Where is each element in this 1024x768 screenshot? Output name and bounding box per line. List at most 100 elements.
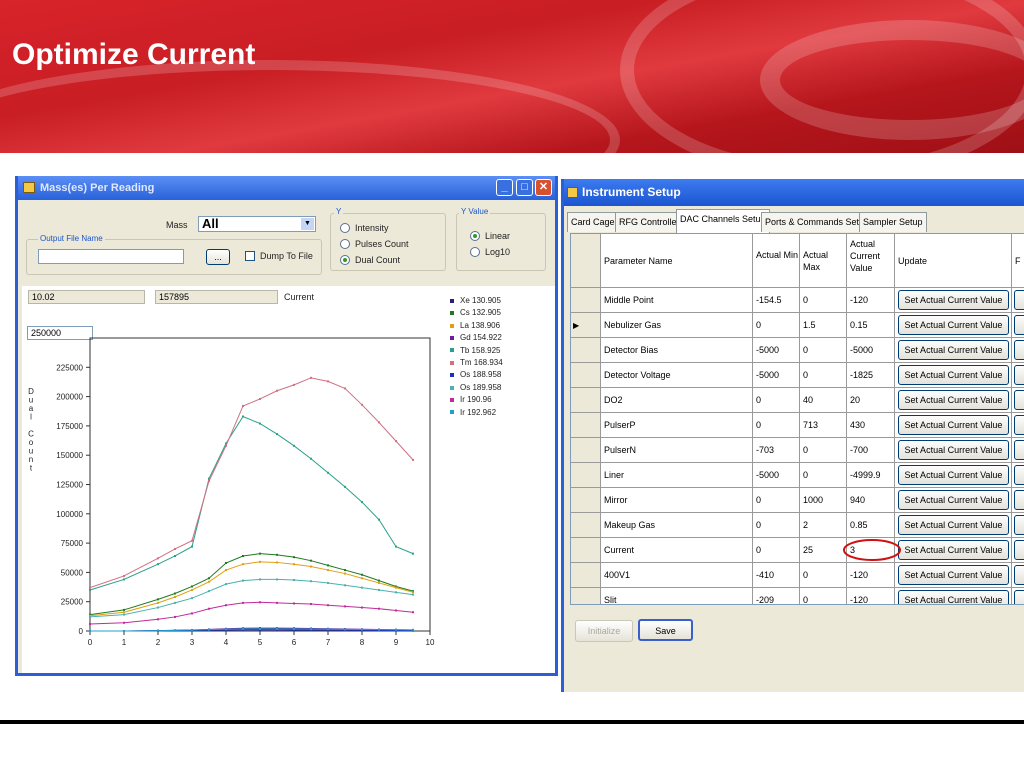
set-actual-current-value-button[interactable]: Set Actual Current Value bbox=[898, 590, 1009, 604]
set-actual-current-value-button[interactable]: Set Actual Current Value bbox=[898, 390, 1009, 410]
cell-actual-current-value[interactable]: -700 bbox=[847, 438, 895, 463]
cell-actual-current-value[interactable]: -120 bbox=[847, 563, 895, 588]
extra-button[interactable] bbox=[1014, 540, 1024, 560]
cell-actual-current-value[interactable]: -5000 bbox=[847, 338, 895, 363]
y-dual-radio[interactable] bbox=[340, 255, 350, 265]
tab-dac-channels-setup[interactable]: DAC Channels Setup bbox=[676, 209, 770, 233]
col-header-actual-max[interactable]: Actual Max bbox=[800, 234, 847, 288]
cell-actual-min[interactable]: 0 bbox=[753, 538, 800, 563]
cell-actual-min[interactable]: -703 bbox=[753, 438, 800, 463]
cell-actual-current-value[interactable]: 0.15 bbox=[847, 313, 895, 338]
set-actual-current-value-button[interactable]: Set Actual Current Value bbox=[898, 340, 1009, 360]
cell-actual-max[interactable]: 40 bbox=[800, 388, 847, 413]
save-button[interactable]: Save bbox=[638, 619, 693, 641]
extra-button[interactable] bbox=[1014, 290, 1024, 310]
cell-actual-max[interactable]: 0 bbox=[800, 588, 847, 604]
mass-select[interactable]: All ▼ bbox=[198, 216, 316, 232]
cell-parameter-name[interactable]: Nebulizer Gas bbox=[601, 313, 753, 338]
cell-actual-max[interactable]: 2 bbox=[800, 513, 847, 538]
set-actual-current-value-button[interactable]: Set Actual Current Value bbox=[898, 315, 1009, 335]
cell-actual-max[interactable]: 0 bbox=[800, 438, 847, 463]
set-actual-current-value-button[interactable]: Set Actual Current Value bbox=[898, 540, 1009, 560]
cell-parameter-name[interactable]: Detector Bias bbox=[601, 338, 753, 363]
minimize-icon[interactable]: _ bbox=[496, 179, 513, 196]
cell-parameter-name[interactable]: 400V1 bbox=[601, 563, 753, 588]
cell-actual-min[interactable]: 0 bbox=[753, 388, 800, 413]
tab-rfg-controller[interactable]: RFG Controller bbox=[615, 212, 684, 232]
cell-actual-max[interactable]: 1.5 bbox=[800, 313, 847, 338]
cell-actual-current-value[interactable]: 940 bbox=[847, 488, 895, 513]
close-icon[interactable]: ✕ bbox=[535, 179, 552, 196]
tab-sampler-setup[interactable]: Sampler Setup bbox=[859, 212, 927, 232]
cell-actual-min[interactable]: -5000 bbox=[753, 363, 800, 388]
set-actual-current-value-button[interactable]: Set Actual Current Value bbox=[898, 440, 1009, 460]
cell-actual-min[interactable]: 0 bbox=[753, 513, 800, 538]
cell-actual-max[interactable]: 1000 bbox=[800, 488, 847, 513]
cell-actual-min[interactable]: -5000 bbox=[753, 338, 800, 363]
cell-actual-max[interactable]: 0 bbox=[800, 338, 847, 363]
cell-actual-min[interactable]: 0 bbox=[753, 313, 800, 338]
cell-actual-min[interactable]: -410 bbox=[753, 563, 800, 588]
extra-button[interactable] bbox=[1014, 365, 1024, 385]
linear-radio[interactable] bbox=[470, 231, 480, 241]
extra-button[interactable] bbox=[1014, 465, 1024, 485]
cell-parameter-name[interactable]: Current bbox=[601, 538, 753, 563]
cell-actual-current-value[interactable]: 0.85 bbox=[847, 513, 895, 538]
y-pulses-radio[interactable] bbox=[340, 239, 350, 249]
extra-button[interactable] bbox=[1014, 390, 1024, 410]
cell-actual-current-value[interactable]: 3 bbox=[847, 538, 895, 563]
cell-parameter-name[interactable]: Detector Voltage bbox=[601, 363, 753, 388]
cell-actual-max[interactable]: 0 bbox=[800, 288, 847, 313]
instrument-setup-titlebar[interactable]: Instrument Setup bbox=[564, 179, 1024, 206]
row-header[interactable] bbox=[571, 513, 601, 538]
col-header-actual-min[interactable]: Actual Min bbox=[753, 234, 800, 288]
cell-actual-max[interactable]: 0 bbox=[800, 463, 847, 488]
cell-actual-max[interactable]: 25 bbox=[800, 538, 847, 563]
cell-parameter-name[interactable]: Liner bbox=[601, 463, 753, 488]
extra-button[interactable] bbox=[1014, 415, 1024, 435]
cell-actual-min[interactable]: 0 bbox=[753, 488, 800, 513]
cell-parameter-name[interactable]: PulserP bbox=[601, 413, 753, 438]
cell-actual-current-value[interactable]: -1825 bbox=[847, 363, 895, 388]
mass-window-titlebar[interactable]: Mass(es) Per Reading _ □ ✕ bbox=[18, 176, 555, 200]
set-actual-current-value-button[interactable]: Set Actual Current Value bbox=[898, 290, 1009, 310]
cell-parameter-name[interactable]: Mirror bbox=[601, 488, 753, 513]
tab-ports-commands-setup[interactable]: Ports & Commands Setup bbox=[761, 212, 874, 232]
extra-button[interactable] bbox=[1014, 565, 1024, 585]
row-header[interactable] bbox=[571, 488, 601, 513]
row-header[interactable] bbox=[571, 563, 601, 588]
cell-actual-min[interactable]: 0 bbox=[753, 413, 800, 438]
cell-actual-max[interactable]: 0 bbox=[800, 363, 847, 388]
row-header[interactable] bbox=[571, 413, 601, 438]
cell-actual-min[interactable]: -154.5 bbox=[753, 288, 800, 313]
row-header[interactable]: ▶ bbox=[571, 313, 601, 338]
cell-actual-max[interactable]: 0 bbox=[800, 563, 847, 588]
set-actual-current-value-button[interactable]: Set Actual Current Value bbox=[898, 415, 1009, 435]
dump-to-file-checkbox[interactable] bbox=[245, 251, 255, 261]
cell-parameter-name[interactable]: DO2 bbox=[601, 388, 753, 413]
extra-button[interactable] bbox=[1014, 340, 1024, 360]
extra-button[interactable] bbox=[1014, 490, 1024, 510]
output-file-input[interactable] bbox=[38, 249, 184, 264]
row-header[interactable] bbox=[571, 288, 601, 313]
chevron-down-icon[interactable]: ▼ bbox=[301, 218, 314, 230]
maximize-icon[interactable]: □ bbox=[516, 179, 533, 196]
cell-parameter-name[interactable]: Makeup Gas bbox=[601, 513, 753, 538]
tab-card-cage[interactable]: Card Cage bbox=[567, 212, 619, 232]
browse-button[interactable]: ... bbox=[206, 249, 230, 265]
cell-actual-current-value[interactable]: -120 bbox=[847, 588, 895, 604]
cell-actual-current-value[interactable]: 20 bbox=[847, 388, 895, 413]
cell-actual-min[interactable]: -5000 bbox=[753, 463, 800, 488]
extra-button[interactable] bbox=[1014, 440, 1024, 460]
cell-parameter-name[interactable]: PulserN bbox=[601, 438, 753, 463]
row-header[interactable] bbox=[571, 363, 601, 388]
cell-actual-current-value[interactable]: -4999.9 bbox=[847, 463, 895, 488]
cell-parameter-name[interactable]: Slit bbox=[601, 588, 753, 604]
cell-parameter-name[interactable]: Middle Point bbox=[601, 288, 753, 313]
row-header[interactable] bbox=[571, 463, 601, 488]
cell-actual-min[interactable]: -209 bbox=[753, 588, 800, 604]
row-header[interactable] bbox=[571, 338, 601, 363]
row-header[interactable] bbox=[571, 438, 601, 463]
row-header[interactable] bbox=[571, 388, 601, 413]
extra-button[interactable] bbox=[1014, 590, 1024, 604]
